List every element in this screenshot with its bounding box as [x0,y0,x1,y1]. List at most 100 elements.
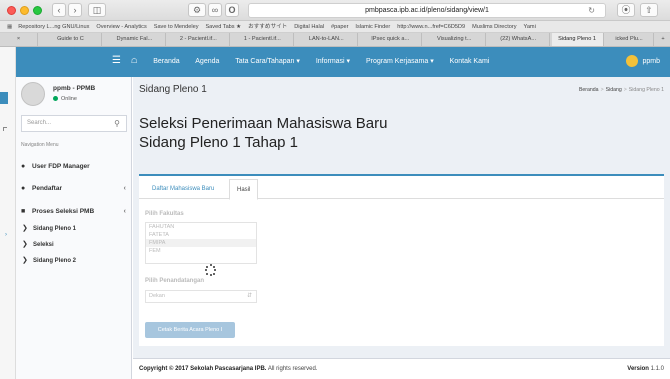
window-maximize-button[interactable] [33,6,42,15]
cetak-berita-acara-button[interactable]: Cetak Berita Acara Pleno I [145,322,235,338]
sidebar-item-pendaftar[interactable]: ● Pendaftar ‹ [21,184,131,194]
breadcrumb-current: Sidang Pleno 1 [628,87,664,93]
penandatangan-value: Dekan [149,293,165,299]
browser-tab[interactable]: Guide to C [40,33,102,46]
window-minimize-button[interactable] [20,6,29,15]
nav-informasi[interactable]: Informasi ▾ [316,58,350,65]
bookmark-item[interactable]: http://www.n...fref=C6D5D9 [397,21,465,32]
version-number: 1.1.0 [650,366,664,372]
sidebar-toggle-icon[interactable]: ◫ [88,3,106,17]
sidebar-item-label: Pendaftar [32,185,62,192]
heading-line-2: Sidang Pleno 1 Tahap 1 [139,134,299,151]
bookmark-item[interactable]: Saved Tabs ★ [205,21,241,32]
heading-line-1: Seleksi Penerimaan Mahasiswa Baru [139,115,388,132]
breadcrumb-beranda[interactable]: Beranda [579,87,599,93]
apps-grid-icon[interactable]: ▦ [7,21,12,32]
online-dot-icon [53,96,58,102]
user-menu[interactable]: ppmb [626,55,660,68]
select-caret-icon: ⇵ [246,293,252,299]
extension-icon[interactable]: ⚙ [188,3,206,17]
search-placeholder: Search... [27,120,52,126]
back-button[interactable]: ‹ [52,3,66,17]
home-icon: ☖ [131,58,138,65]
user-plus-icon: ● [21,185,26,192]
sidebar: ppmb - PPMB Online Search... ⚲ Navigatio… [16,77,132,379]
bookmark-item[interactable]: Overview - Analytics [96,21,146,32]
browser-tab[interactable]: (22) WhatsA... [488,33,550,46]
avatar [21,82,45,106]
browser-tab[interactable]: Dynamic Fal... [104,33,166,46]
fakultas-option[interactable]: FEM [146,247,256,255]
browser-tab[interactable]: LAN-to-LAN... [296,33,358,46]
menu-toggle-icon[interactable]: ☰ [112,55,121,66]
forward-button[interactable]: › [68,3,82,17]
bookmark-item[interactable]: おすすめサイト [248,21,287,32]
browser-tabs: × Guide to C Dynamic Fal... 2 - Pacientl… [0,33,670,47]
lock-icon: ■ [21,208,26,215]
fakultas-multiselect[interactable]: FAHUTAN FATETA FMIPA FEM [145,222,257,264]
tab-daftar-mahasiswa-baru[interactable]: Daftar Mahasiswa Baru [145,179,221,199]
user-status: Online [53,96,77,102]
breadcrumb-separator: > [623,87,627,93]
copyright-text: Copyright © 2017 Sekolah Pascasarjana IP… [139,366,267,372]
edge-corner-icon [3,127,7,131]
sidebar-user-name: ppmb - PPMB [53,85,96,92]
bookmark-item[interactable]: Digital Halal [294,21,324,32]
browser-tab-active[interactable]: Sidang Pleno 1 [551,33,604,46]
tab-hasil[interactable]: Hasil [229,179,259,200]
sidebar-subitem-sidang-pleno-1[interactable]: ❯ Sidang Pleno 1 [22,224,127,234]
tab-nav: Daftar Mahasiswa Baru Hasil [139,178,664,200]
page-title: Sidang Pleno 1 [139,84,207,95]
browser-tab[interactable]: 2 - Pacientl.if... [168,33,230,46]
nav-agenda[interactable]: Agenda [195,58,219,65]
tab-close-icon[interactable]: × [0,33,38,46]
share-icon[interactable]: ⇧ [640,3,658,17]
reload-icon[interactable]: ↻ [588,4,595,17]
address-bar[interactable]: pmbpasca.ipb.ac.id/pleno/sidang/view/1 ↻ [248,3,606,18]
sidebar-item-label: User FDP Manager [32,163,90,170]
breadcrumb-sidang[interactable]: Sidang [606,87,622,93]
sidebar-item-proses-seleksi-pmb[interactable]: ■ Proses Seleksi PMB ‹ [21,207,131,217]
nav-beranda[interactable]: Beranda [153,58,179,65]
user-icon: ● [21,163,26,170]
bookmarks-bar: ▦ Repository L...ng GNU/Linux Overview -… [0,21,670,33]
chevron-left-icon: ‹ [123,208,126,215]
bookmark-item[interactable]: Repository L...ng GNU/Linux [18,21,89,32]
fakultas-option[interactable]: FAHUTAN [146,223,256,231]
bookmark-item[interactable]: Yami [524,21,536,32]
fakultas-option[interactable]: FMIPA [146,239,256,247]
form-box: Daftar Mahasiswa Baru Hasil Pilih Fakult… [139,174,664,346]
browser-tab[interactable]: 1 - Pacientl.if... [232,33,294,46]
window-close-button[interactable] [7,6,16,15]
sidebar-item-user-fdp-manager[interactable]: ● User FDP Manager [21,162,131,172]
nav-tata-cara[interactable]: Tata Cara/Tahapan ▾ [235,58,300,65]
bookmark-item[interactable]: Islamic Finder [355,21,390,32]
sidebar-subitem-label: Seleksi [33,242,54,248]
downloads-icon[interactable]: ⦿ [617,3,635,17]
new-tab-icon[interactable]: + [655,33,670,46]
edge-arrow-icon: › [5,232,7,238]
fakultas-option[interactable]: FATETA [146,231,256,239]
fakultas-label: Pilih Fakultas [145,211,184,217]
sidebar-subitem-sidang-pleno-2[interactable]: ❯ Sidang Pleno 2 [22,256,127,266]
nav-kontak-kami[interactable]: Kontak Kami [450,58,490,65]
main-menu: ☖ Beranda Agenda Tata Cara/Tahapan ▾ Inf… [131,47,503,77]
nav-program-kerjasama[interactable]: Program Kerjasama ▾ [366,58,434,65]
main-content: Sidang Pleno 1 Beranda > Sidang > Sidang Ple… [133,77,670,379]
version-label: Version [627,366,649,372]
sidebar-subitem-label: Sidang Pleno 2 [33,258,77,264]
browser-tab[interactable]: IPsec quick a... [360,33,422,46]
opera-icon[interactable]: O [225,3,239,17]
chevron-right-icon: ❯ [22,225,28,232]
sidebar-subitem-seleksi[interactable]: ❯ Seleksi [22,240,127,250]
penandatangan-select[interactable]: Dekan ⇵ [145,290,257,303]
bookmark-item[interactable]: #paper [331,21,348,32]
search-icon[interactable]: ⚲ [114,116,120,131]
browser-tab[interactable]: icked Plu... [606,33,654,46]
bookmark-item[interactable]: Save to Mendeley [154,21,199,32]
bookmark-item[interactable]: Muslims Directory [472,21,516,32]
link-icon[interactable]: ∞ [208,3,222,17]
sidebar-search-input[interactable]: Search... ⚲ [21,115,127,132]
user-status-text: Online [61,96,77,102]
browser-tab[interactable]: Visualizing t... [424,33,486,46]
